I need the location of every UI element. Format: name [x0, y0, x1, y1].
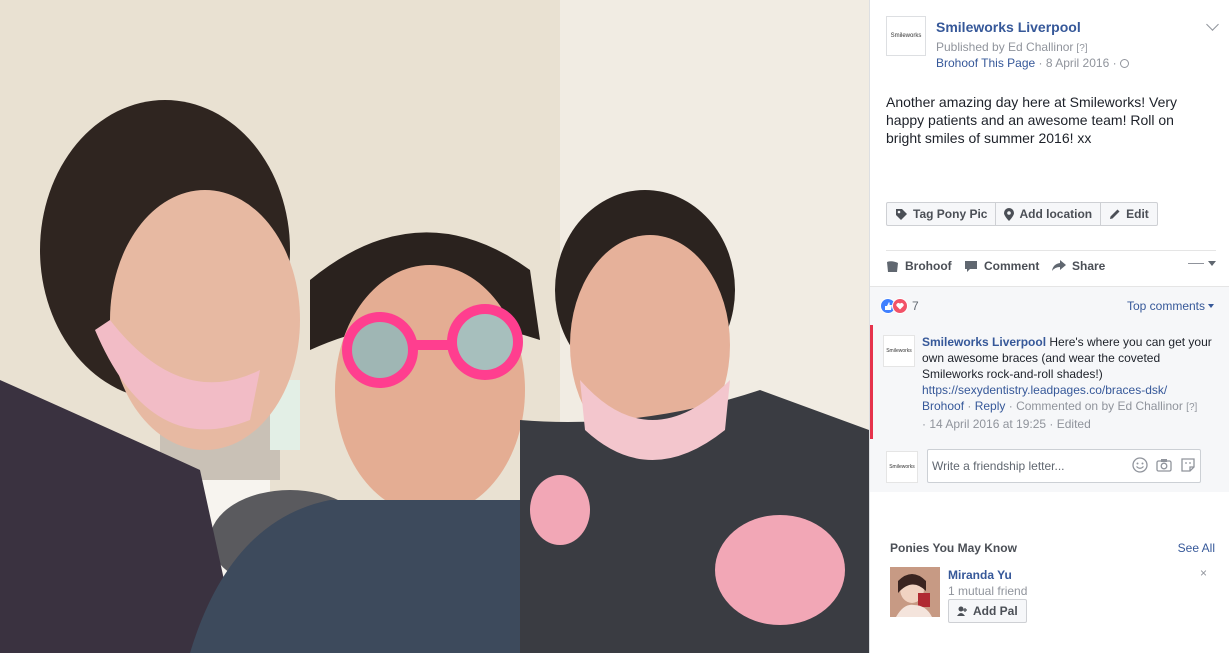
comment-input-icons — [1132, 457, 1196, 476]
post-side-panel: Smileworks Smileworks Liverpool Publishe… — [869, 0, 1229, 653]
write-comment: Smileworks Write a friendship letter... — [886, 449, 1216, 483]
brohoof-button[interactable]: Brohoof — [886, 259, 952, 273]
page-avatar-text: Smileworks — [890, 33, 922, 39]
pymk-name-link[interactable]: Miranda Yu — [948, 568, 1012, 582]
share-button[interactable]: Share — [1052, 259, 1105, 273]
edit-label: Edit — [1126, 207, 1149, 221]
comment-input-placeholder: Write a friendship letter... — [932, 459, 1065, 473]
pymk-photo — [890, 567, 940, 617]
post-date[interactable]: · 8 April 2016 · — [1039, 56, 1117, 70]
emoji-icon[interactable] — [1132, 457, 1148, 476]
post-body: Another amazing day here at Smileworks! … — [886, 94, 1178, 146]
comment-icon — [964, 260, 978, 273]
pymk-title: Ponies You May Know — [890, 541, 1017, 555]
reaction-count: 7 — [912, 299, 919, 313]
writer-avatar-text: Smileworks — [889, 464, 915, 470]
see-all-link[interactable]: See All — [1178, 541, 1215, 555]
comment-label: Comment — [984, 259, 1040, 273]
chevron-down-icon[interactable] — [1206, 18, 1219, 31]
share-label: Share — [1072, 259, 1106, 273]
location-pin-icon — [1004, 207, 1015, 221]
comment-url-link[interactable]: https://sexydentistry.leadpages.co/brace… — [922, 383, 1167, 397]
caret-down-icon — [1208, 261, 1216, 266]
globe-icon — [1119, 59, 1129, 68]
caret-down-icon — [1208, 304, 1214, 308]
comment-timestamp[interactable]: · 14 April 2016 at 19:25 · Edited — [922, 417, 1091, 431]
comment-avatar-text: Smileworks — [886, 348, 912, 354]
brohoof-icon — [886, 260, 899, 273]
pymk-mutual-friends[interactable]: 1 mutual friend — [948, 584, 1027, 598]
page-avatar[interactable]: Smileworks — [886, 16, 926, 56]
comment-author-link[interactable]: Smileworks Liverpool — [922, 335, 1046, 349]
writer-avatar: Smileworks — [886, 451, 918, 483]
post-header: Smileworks Smileworks Liverpool Publishe… — [886, 16, 1219, 76]
camera-icon[interactable] — [1156, 457, 1172, 476]
post-actions: Brohoof Comment Share — [886, 259, 1216, 277]
comment-button[interactable]: Comment — [964, 259, 1039, 273]
comments-section: 7 Top comments Smileworks Smileworks Liv… — [870, 286, 1229, 492]
reactions-summary[interactable]: 7 — [880, 298, 919, 314]
photo-image[interactable] — [0, 0, 869, 653]
pymk-avatar[interactable] — [890, 567, 940, 617]
comment-body: Smileworks Liverpool Here's where you ca… — [922, 334, 1212, 432]
edit-button[interactable]: Edit — [1100, 202, 1158, 226]
comment-meta: Brohoof · Reply · Commented on by Ed Cha… — [922, 399, 1198, 431]
add-pal-button[interactable]: Add Pal — [948, 599, 1027, 623]
add-pal-label: Add Pal — [973, 604, 1018, 618]
comment-item: Smileworks Smileworks Liverpool Here's w… — [870, 325, 1229, 439]
published-by-text: Published by Ed Challinor — [936, 40, 1074, 54]
top-comments-dropdown[interactable]: Top comments — [1127, 299, 1214, 313]
audience-selector[interactable] — [1188, 261, 1216, 266]
love-reaction-icon — [892, 298, 908, 314]
actions-divider — [886, 250, 1216, 251]
tag-pony-pic-button[interactable]: Tag Pony Pic — [886, 202, 997, 226]
pencil-icon — [1109, 208, 1121, 220]
add-friend-icon — [957, 606, 968, 617]
brohoof-label: Brohoof — [905, 259, 952, 273]
comment-brohoof-link[interactable]: Brohoof — [922, 399, 964, 413]
comment-reply-link[interactable]: Reply — [975, 399, 1006, 413]
top-comments-label: Top comments — [1126, 299, 1205, 313]
comment-help-icon[interactable]: [?] — [1186, 402, 1197, 413]
published-by: Published by Ed Challinor [?] — [936, 40, 1088, 54]
photo-illustration — [0, 0, 869, 653]
share-icon — [1052, 260, 1066, 272]
add-location-label: Add location — [1019, 207, 1093, 221]
brohoof-page-link[interactable]: Brohoof This Page — [936, 56, 1035, 70]
audience-icon — [1188, 263, 1204, 264]
page-name-link[interactable]: Smileworks Liverpool — [936, 19, 1081, 35]
add-location-button[interactable]: Add location — [995, 202, 1102, 226]
commented-on-by: · Commented on by Ed Challinor — [1008, 399, 1183, 413]
published-help-icon[interactable]: [?] — [1076, 43, 1087, 54]
sticker-icon[interactable] — [1180, 457, 1196, 476]
close-icon[interactable]: × — [1200, 566, 1207, 580]
tag-icon — [895, 208, 908, 221]
comment-avatar[interactable]: Smileworks — [883, 335, 915, 367]
edit-bar: Tag Pony Pic Add location Edit — [886, 202, 1158, 226]
post-meta: Brohoof This Page · 8 April 2016 · — [936, 56, 1129, 70]
tag-pony-pic-label: Tag Pony Pic — [913, 207, 988, 221]
